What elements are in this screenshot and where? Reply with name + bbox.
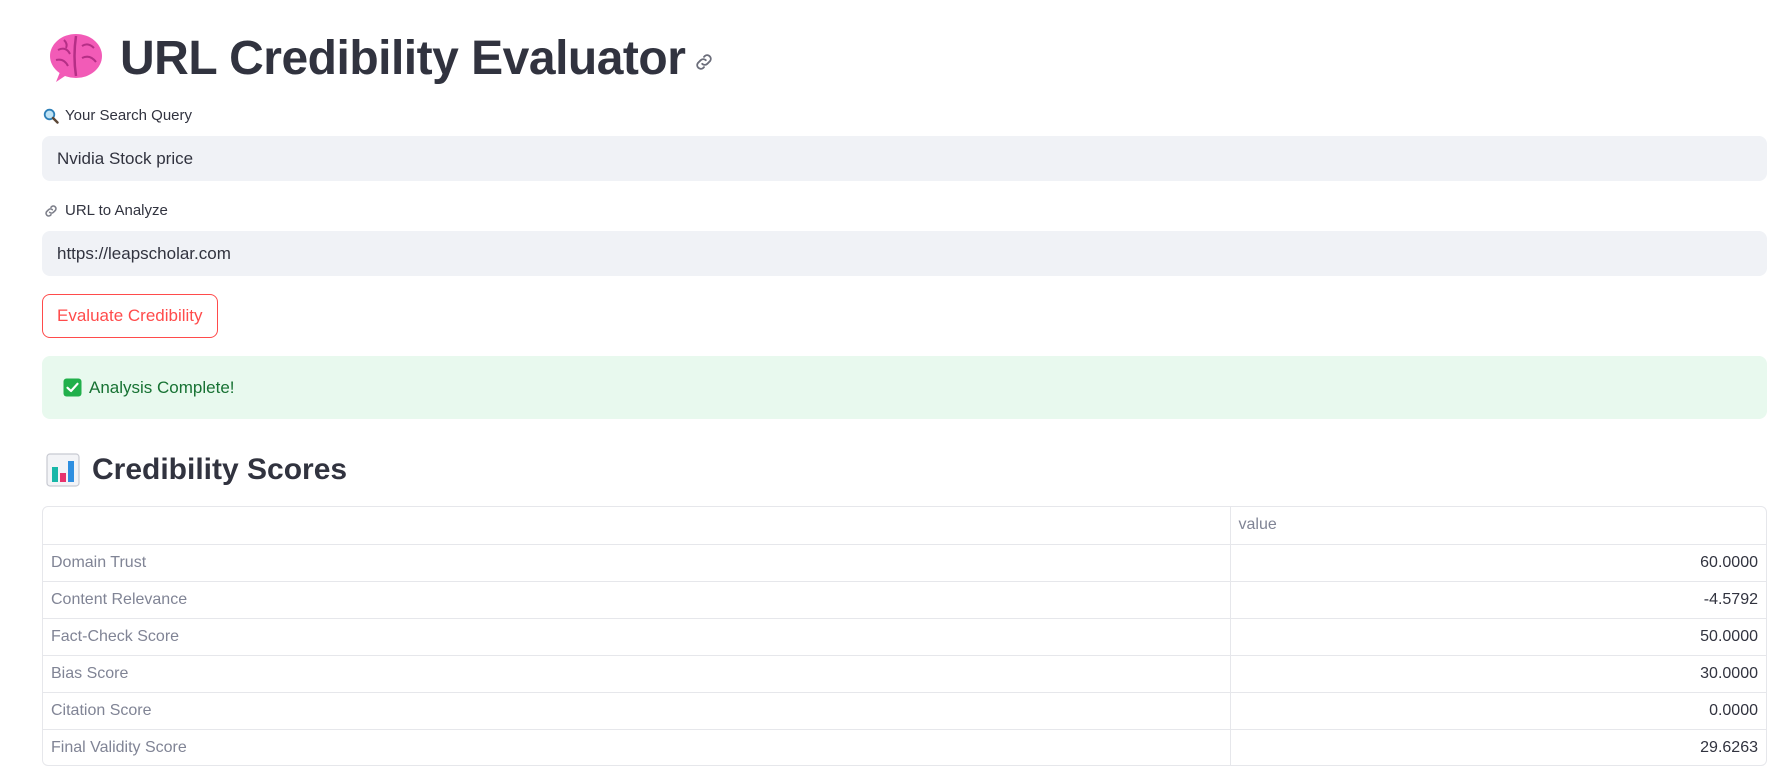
check-box-icon — [63, 378, 82, 397]
table-row: Content Relevance -4.5792 — [43, 581, 1766, 619]
table-row: Citation Score 0.0000 — [43, 692, 1766, 730]
brain-icon — [46, 28, 106, 88]
table-row: Fact-Check Score 50.0000 — [43, 618, 1766, 656]
section-header: Credibility Scores — [46, 448, 347, 492]
row-label: Bias Score — [43, 655, 1231, 693]
page-title: URL Credibility Evaluator — [120, 31, 686, 85]
search-query-label-text: Your Search Query — [65, 107, 193, 124]
value-column-header[interactable]: value — [1230, 507, 1766, 545]
url-label: URL to Analyze — [43, 202, 168, 219]
row-label: Domain Trust — [43, 544, 1231, 582]
url-input[interactable] — [42, 231, 1767, 276]
success-message: Analysis Complete! — [89, 377, 235, 397]
search-query-label: Your Search Query — [43, 107, 192, 124]
row-value: 0.0000 — [1230, 692, 1766, 730]
row-value: 30.0000 — [1230, 655, 1766, 693]
row-label: Citation Score — [43, 692, 1231, 730]
row-label: Final Validity Score — [43, 729, 1231, 765]
bar-chart-icon — [46, 453, 80, 487]
title-row: URL Credibility Evaluator — [46, 22, 715, 94]
evaluate-credibility-button[interactable]: Evaluate Credibility — [42, 294, 218, 338]
row-label: Content Relevance — [43, 581, 1231, 619]
section-title: Credibility Scores — [92, 453, 348, 486]
scores-table: value Domain Trust 60.0000 Content Relev… — [42, 506, 1767, 766]
table-row: Final Validity Score 29.6263 — [43, 729, 1766, 765]
row-value: -4.5792 — [1230, 581, 1766, 619]
app-page: URL Credibility Evaluator Your Search Qu… — [0, 0, 1791, 782]
row-label: Fact-Check Score — [43, 618, 1231, 656]
link-icon[interactable] — [693, 51, 715, 73]
table-row: Bias Score 30.0000 — [43, 655, 1766, 693]
success-alert: Analysis Complete! — [42, 356, 1767, 419]
search-query-input[interactable] — [42, 136, 1767, 181]
row-value: 50.0000 — [1230, 618, 1766, 656]
magnifier-icon — [43, 108, 59, 124]
table-row: Domain Trust 60.0000 — [43, 544, 1766, 582]
row-value: 60.0000 — [1230, 544, 1766, 582]
url-label-text: URL to Analyze — [65, 202, 168, 219]
link-icon — [43, 203, 59, 219]
row-value: 29.6263 — [1700, 738, 1758, 756]
table-header-row: value — [43, 507, 1766, 545]
index-column-header — [43, 507, 1231, 545]
